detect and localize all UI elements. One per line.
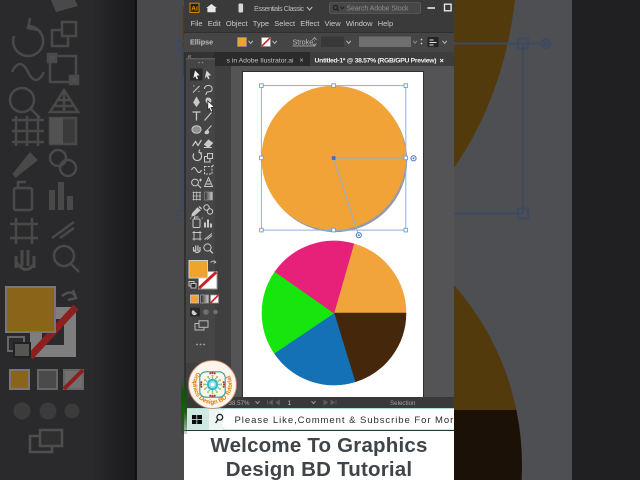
svg-text:×: × — [300, 57, 304, 64]
svg-text:Ellipse: Ellipse — [190, 38, 213, 47]
svg-text:Stroke:: Stroke: — [293, 38, 316, 47]
svg-text:Search Adobe Stock: Search Adobe Stock — [347, 5, 410, 12]
svg-text:Ai: Ai — [191, 6, 198, 13]
svg-text:×: × — [440, 55, 445, 64]
svg-text:s in Adobe Ilustrator.ai: s in Adobe Ilustrator.ai — [227, 57, 294, 64]
svg-text:Selection: Selection — [390, 400, 416, 407]
svg-text:Untitled-1* @ 38.57% (RGB/GPU: Untitled-1* @ 38.57% (RGB/GPU Preview) — [315, 57, 437, 64]
svg-text:Essentials Classic: Essentials Classic — [254, 4, 304, 13]
svg-text:Please Like,Comment & Subscrib: Please Like,Comment & Subscribe For More… — [235, 415, 455, 426]
svg-text:1: 1 — [288, 400, 292, 407]
